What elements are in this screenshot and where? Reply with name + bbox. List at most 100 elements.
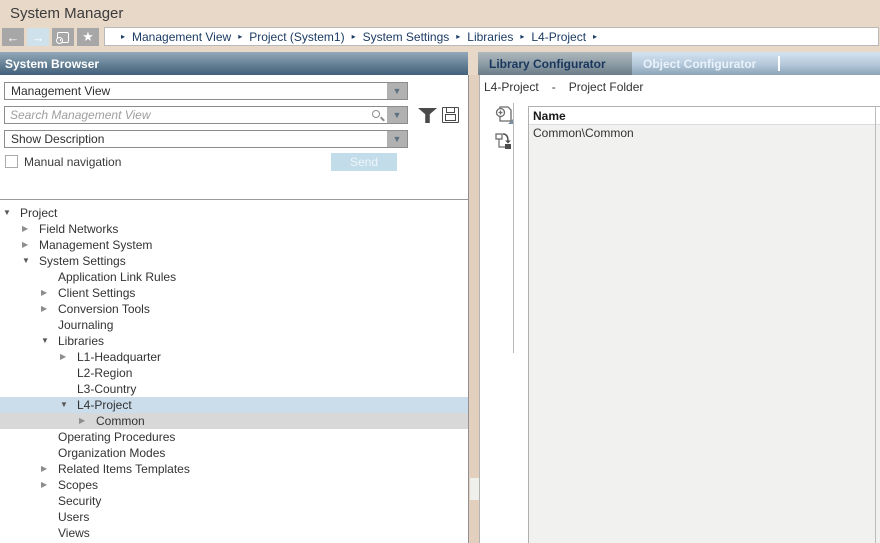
expand-icon[interactable]: ▶ [41,461,55,477]
tree-item-scopes[interactable]: ▶Scopes [0,477,468,493]
tree-item-l4-project[interactable]: ▼L4-Project [0,397,468,413]
toolbar-divider [513,103,514,353]
favorites-button[interactable]: ★ [77,28,99,46]
send-button[interactable]: Send [331,153,397,171]
tree-item-label: Views [58,525,90,541]
tree-item-application-link-rules[interactable]: Application Link Rules [0,269,468,285]
chevron-down-icon[interactable]: ▼ [387,83,407,99]
breadcrumb-item-system-settings[interactable]: System Settings [363,30,450,44]
window-title: System Manager [10,5,123,22]
manual-navigation-label: Manual navigation [24,155,121,169]
history-button[interactable] [52,28,74,46]
tree-item-field-networks[interactable]: ▶Field Networks [0,221,468,237]
tree-item-label: Application Link Rules [58,269,176,285]
new-object-button[interactable] [495,105,515,125]
splitter-patch [470,478,479,500]
collapse-icon[interactable]: ▼ [3,205,17,221]
description-dropdown-value: Show Description [11,131,104,147]
tree-item-organization-modes[interactable]: Organization Modes [0,445,468,461]
insert-object-button[interactable] [494,131,514,151]
breadcrumb: ▸ Management View ▸ Project (System1) ▸ Syste… [104,27,879,46]
search-options-chevron-icon[interactable]: ▼ [387,107,407,123]
object-type: Project Folder [569,80,644,94]
tree-item-label: Project [20,205,57,221]
expand-icon[interactable]: ▶ [22,237,36,253]
expand-icon[interactable]: ▶ [41,477,55,493]
tab-label: Library Configurator [489,57,606,71]
tree-item-management-system[interactable]: ▶Management System [0,237,468,253]
tab-separator [778,56,780,71]
chevron-down-icon[interactable]: ▼ [387,131,407,147]
expand-icon[interactable]: ▶ [41,301,55,317]
breadcrumb-item-l4-project[interactable]: L4-Project [531,30,586,44]
insert-object-structure-icon [494,131,514,151]
breadcrumb-separator-icon: ▸ [238,32,242,41]
tree-item-l2-region[interactable]: L2-Region [0,365,468,381]
system-browser-title: System Browser [5,57,99,71]
search-input[interactable] [10,107,360,123]
system-tree: ▼Project▶Field Networks▶Management Syste… [0,200,468,543]
tree-item-common[interactable]: ▶Common [0,413,468,429]
tree-item-project[interactable]: ▼Project [0,205,468,221]
breadcrumb-separator-icon: ▸ [520,32,524,41]
collapse-icon[interactable]: ▼ [60,397,74,413]
tree-item-journaling[interactable]: Journaling [0,317,468,333]
breadcrumb-separator-icon: ▸ [456,32,460,41]
tree-item-client-settings[interactable]: ▶Client Settings [0,285,468,301]
expand-icon[interactable]: ▶ [22,221,36,237]
tree-item-related-items-templates[interactable]: ▶Related Items Templates [0,461,468,477]
object-subtitle: L4-Project - Project Folder [484,79,643,95]
tree-item-label: Field Networks [39,221,118,237]
tree-item-users[interactable]: Users [0,509,468,525]
subtitle-dash: - [552,80,556,94]
star-icon: ★ [82,29,94,45]
tree-item-libraries[interactable]: ▼Libraries [0,333,468,349]
tab-label: Object Configurator [643,57,756,71]
tree-item-label: Journaling [58,317,113,333]
new-object-icon [495,105,515,125]
tree-item-label: Common [96,413,145,429]
tree-item-security[interactable]: Security [0,493,468,509]
history-icon [57,32,69,43]
tree-item-label: Client Settings [58,285,135,301]
description-dropdown[interactable]: Show Description ▼ [4,130,408,148]
table-body: Common\Common [529,125,880,543]
tab-object-configurator[interactable]: Object Configurator [632,52,778,75]
tree-item-label: Management System [39,237,152,253]
expand-icon[interactable]: ▶ [41,285,55,301]
panel-splitter[interactable] [469,75,479,543]
tree-item-label: Operating Procedures [58,429,175,445]
tree-item-label: Users [58,509,89,525]
table-header[interactable]: Name [529,107,880,125]
breadcrumb-item-project-system1[interactable]: Project (System1) [249,30,344,44]
forward-arrow-icon: → [32,30,45,45]
tab-library-configurator[interactable]: Library Configurator [478,52,632,75]
tree-item-label: L1-Headquarter [77,349,161,365]
view-dropdown[interactable]: Management View ▼ [4,82,408,100]
table-column-divider[interactable] [875,106,876,543]
forward-button[interactable]: → [27,28,49,46]
tree-item-system-settings[interactable]: ▼System Settings [0,253,468,269]
tree-item-operating-procedures[interactable]: Operating Procedures [0,429,468,445]
tree-item-label: L2-Region [77,365,132,381]
tree-item-views[interactable]: Views [0,525,468,541]
table-row[interactable]: Common\Common [529,125,880,142]
collapse-icon[interactable]: ▼ [22,253,36,269]
titlebar: System Manager [0,0,880,26]
tree-item-l1-headquarter[interactable]: ▶L1-Headquarter [0,349,468,365]
tree-item-conversion-tools[interactable]: ▶Conversion Tools [0,301,468,317]
collapse-icon[interactable]: ▼ [41,333,55,349]
tree-item-label: L3-Country [77,381,136,397]
back-button[interactable]: ← [2,28,24,46]
expand-icon[interactable]: ▶ [60,349,74,365]
breadcrumb-item-management-view[interactable]: Management View [132,30,231,44]
tree-item-label: Conversion Tools [58,301,150,317]
view-dropdown-value: Management View [11,83,110,99]
system-browser-header: System Browser [0,52,468,75]
tree-item-l3-country[interactable]: L3-Country [0,381,468,397]
manual-navigation-checkbox[interactable] [5,155,18,168]
save-icon[interactable] [442,107,459,123]
breadcrumb-item-libraries[interactable]: Libraries [467,30,513,44]
expand-icon[interactable]: ▶ [79,413,93,429]
tree-item-label: Libraries [58,333,104,349]
